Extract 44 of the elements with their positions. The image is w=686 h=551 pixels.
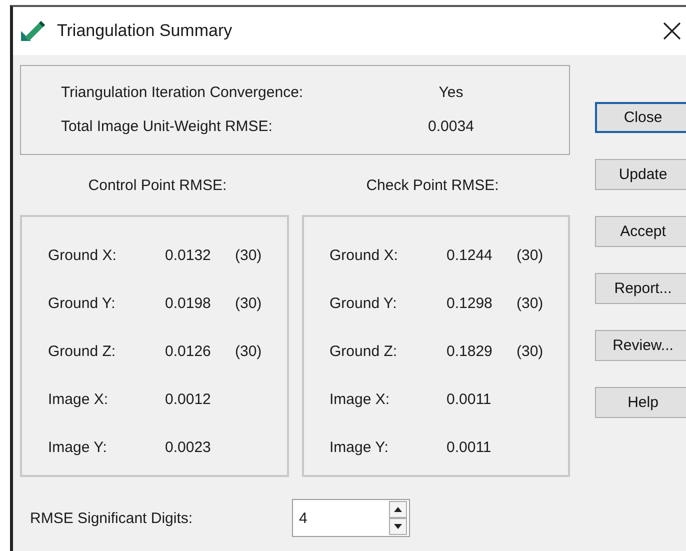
spin-arrows-icon[interactable]: [389, 501, 407, 535]
field-value: 0.1244: [446, 246, 494, 264]
point-count: (30): [235, 294, 262, 312]
point-count: (30): [516, 342, 544, 360]
point-count: (30): [235, 342, 262, 360]
field-label: Ground Z:: [48, 342, 117, 360]
field-label: Ground Y:: [330, 294, 398, 312]
dialog-button[interactable]: Accept: [595, 216, 686, 247]
digits-spinner[interactable]: 4: [292, 499, 410, 537]
dialog-button[interactable]: Review...: [595, 330, 686, 361]
field-label: Ground Y:: [48, 294, 116, 312]
dialog-button[interactable]: Update: [595, 159, 686, 190]
field-value: 0.0023: [165, 438, 212, 456]
field-value: 0.0012: [165, 390, 212, 408]
field-label: Triangulation Iteration Convergence:: [61, 84, 304, 100]
field-label: Image Y:: [330, 438, 390, 456]
field-value: Yes: [438, 84, 464, 100]
section-heading: Check Point RMSE:: [365, 176, 500, 194]
field-label: Image X:: [330, 390, 391, 408]
dialog-button[interactable]: Report...: [595, 273, 686, 304]
field-value: 0.0198: [165, 294, 212, 312]
section-heading: Control Point RMSE:: [87, 176, 228, 194]
point-count: (30): [235, 246, 262, 264]
field-value: 0.0132: [165, 246, 212, 264]
point-count: (30): [516, 294, 544, 312]
close-icon[interactable]: [663, 22, 681, 40]
field-label: Ground Z:: [330, 342, 398, 360]
field-label: Ground X:: [330, 246, 399, 264]
window-title: Triangulation Summary: [57, 21, 232, 41]
field-label: Image X:: [48, 390, 110, 408]
field-value: 0.0126: [165, 342, 212, 360]
field-label: Total Image Unit-Weight RMSE:: [61, 118, 274, 134]
field-value: 0.0034: [427, 118, 475, 134]
field-label: Ground X:: [48, 246, 118, 264]
field-label: RMSE Significant Digits:: [29, 510, 194, 526]
field-label: Image Y:: [48, 438, 108, 456]
dialog-button[interactable]: Help: [595, 387, 686, 418]
field-value: 0.0011: [446, 438, 492, 456]
point-count: (30): [516, 246, 544, 264]
dialog-button[interactable]: Close: [595, 102, 686, 133]
field-value: 0.1298: [446, 294, 494, 312]
ruler-pencil-icon: [19, 19, 47, 43]
field-value: 0.1829: [446, 342, 494, 360]
field-value: 0.0011: [446, 390, 492, 408]
